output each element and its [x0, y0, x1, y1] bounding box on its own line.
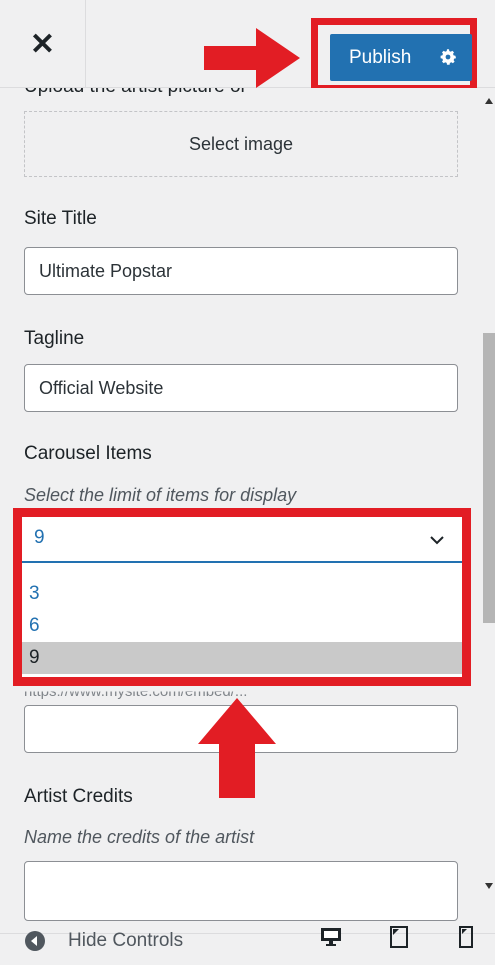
hide-controls-label: Hide Controls	[68, 930, 184, 951]
carousel-selected-value: 9	[34, 527, 45, 548]
artist-credits-description: Name the credits of the artist	[24, 827, 255, 847]
collapse-icon	[25, 931, 45, 951]
carousel-items-label: Carousel Items	[24, 443, 152, 464]
select-image-button[interactable]: Select image	[24, 111, 458, 177]
artist-credits-label: Artist Credits	[24, 786, 133, 807]
artist-credits-input[interactable]	[24, 861, 458, 921]
mobile-icon[interactable]	[458, 924, 474, 950]
tagline-input[interactable]: Official Website	[24, 364, 458, 412]
annotation-arrow-up	[198, 698, 276, 798]
publish-button[interactable]: Publish	[330, 34, 472, 81]
scroll-up-icon[interactable]	[485, 98, 493, 104]
gear-icon[interactable]	[438, 47, 458, 67]
annotation-arrow-right	[204, 28, 300, 88]
carousel-option[interactable]: 3	[22, 578, 462, 610]
publish-label: Publish	[349, 46, 412, 68]
chevron-down-icon	[430, 536, 444, 545]
publish-highlight: Publish	[311, 18, 477, 92]
tablet-icon[interactable]	[388, 924, 410, 950]
carousel-option[interactable]: 6	[22, 610, 462, 642]
carousel-items-select[interactable]: 9	[22, 517, 462, 563]
scroll-down-icon[interactable]	[485, 883, 493, 889]
close-button[interactable]: ✕	[0, 0, 86, 88]
carousel-options-list: 3 6 9	[22, 578, 462, 674]
site-title-label: Site Title	[24, 208, 97, 229]
close-icon: ✕	[29, 27, 56, 61]
carousel-option-selected[interactable]: 9	[22, 642, 462, 674]
hide-controls-button[interactable]: Hide Controls	[24, 930, 183, 952]
scrollbar-thumb[interactable]	[483, 333, 495, 623]
site-title-input[interactable]: Ultimate Popstar	[24, 247, 458, 295]
tagline-label: Tagline	[24, 328, 85, 349]
carousel-items-description: Select the limit of items for display	[24, 485, 297, 505]
image-section-label: Upload the artist picture or	[24, 88, 247, 98]
desktop-icon[interactable]	[318, 924, 344, 950]
carousel-dropdown-highlight: 9 3 6 9	[13, 508, 471, 686]
